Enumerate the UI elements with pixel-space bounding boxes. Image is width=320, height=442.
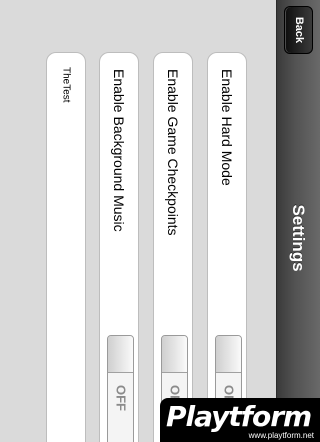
watermark-url: www.playtform.net [248,431,314,440]
toggle-knob [162,336,187,373]
page-title: Settings [289,204,308,272]
setting-label: Enable Background Music [111,69,127,232]
text-row[interactable]: TheTest [46,52,86,442]
setting-label: Enable Hard Mode [219,69,235,186]
setting-row-background-music: Enable Background Music OFF [99,52,139,442]
toggle-state: OFF [113,385,128,411]
toggle-knob [108,336,133,373]
back-button[interactable]: Back [284,6,313,54]
text-row-label: TheTest [60,67,72,103]
watermark: Playtform www.playtform.net [160,398,320,442]
setting-row-hard-mode: Enable Hard Mode OFF [207,52,247,442]
toggle-knob [216,336,241,373]
setting-label: Enable Game Checkpoints [165,69,181,236]
background-music-toggle[interactable]: OFF [107,335,134,442]
watermark-logo: Playtform [166,400,312,433]
back-button-label: Back [292,16,305,44]
setting-row-checkpoints: Enable Game Checkpoints OFF [153,52,193,442]
settings-screen: Back Settings Enable Hard Mode OFF Enabl… [0,0,320,442]
